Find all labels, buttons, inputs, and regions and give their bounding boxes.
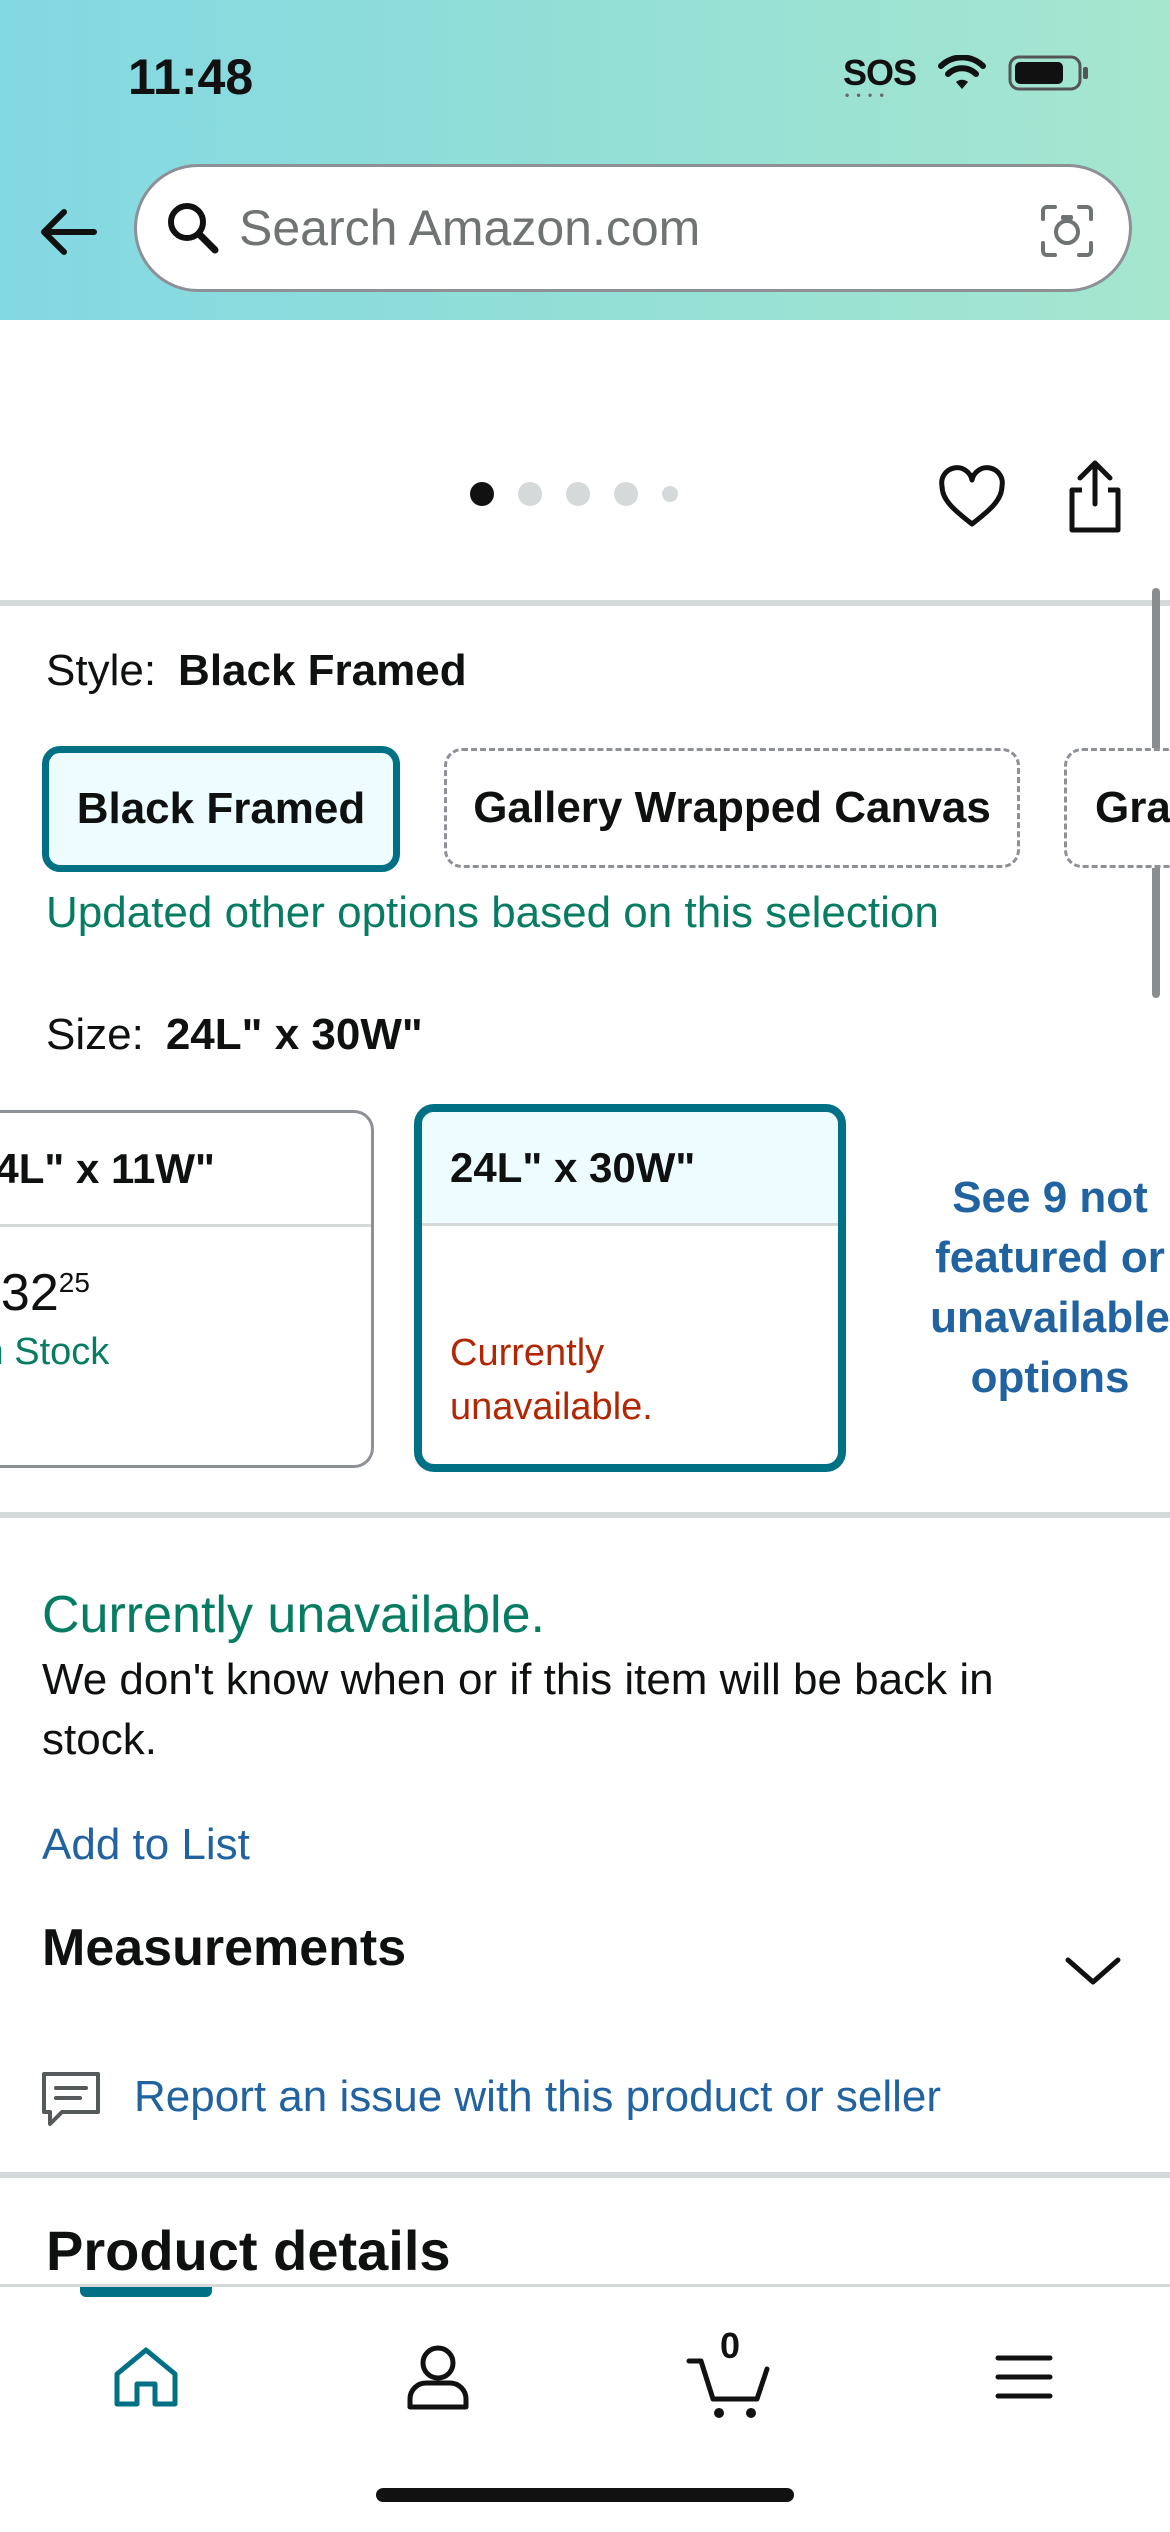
back-button[interactable]: [36, 200, 100, 264]
home-icon: [114, 2347, 178, 2407]
stock-status: In Stock: [0, 1331, 110, 1373]
size-option-14x11[interactable]: 14L" x 11W" $3225 In Stock: [0, 1110, 374, 1468]
wifi-icon: [938, 55, 986, 89]
status-icons: SOS: [843, 52, 1090, 102]
style-option-label: Gallery Wrapped Canvas: [473, 783, 991, 832]
cart-count-badge: 0: [719, 2325, 741, 2366]
section-divider: [0, 600, 1170, 606]
product-details-title[interactable]: Product details: [46, 2218, 451, 2283]
style-option-label: Black Framed: [76, 784, 366, 833]
style-selected-value: Black Framed: [178, 646, 467, 695]
status-time: 11:48: [128, 49, 254, 105]
size-option-24x30[interactable]: 24L" x 30W" Currently unavailable.: [414, 1104, 846, 1472]
pagination-dot[interactable]: [614, 482, 638, 506]
heart-icon[interactable]: [936, 462, 1008, 534]
pagination-dot[interactable]: [662, 486, 678, 502]
battery-icon: [1008, 55, 1088, 91]
update-note: Updated other options based on this sele…: [46, 888, 939, 937]
home-indicator[interactable]: [376, 2488, 794, 2502]
size-option-name: 14L" x 11W": [0, 1144, 215, 1192]
nav-menu[interactable]: [974, 2327, 1074, 2427]
size-option-price: $3225: [0, 1263, 371, 1323]
report-issue-link[interactable]: Report an issue with this product or sel…: [134, 2072, 941, 2122]
style-option-label: Gray: [1095, 783, 1170, 832]
style-option-gray[interactable]: Gray: [1064, 748, 1170, 868]
price-whole: $32: [0, 1264, 59, 1322]
search-icon: [161, 196, 225, 260]
sos-indicator: SOS: [843, 52, 917, 102]
pagination-dot[interactable]: [470, 482, 494, 506]
style-option-gallery-wrapped-canvas[interactable]: Gallery Wrapped Canvas: [444, 748, 1020, 868]
search-bar[interactable]: [134, 164, 1132, 292]
size-selected-value: 24L" x 30W": [165, 1010, 423, 1059]
size-option-unavailable-line1: Currently: [450, 1332, 605, 1374]
section-divider: [0, 1512, 1170, 1518]
chevron-down-icon[interactable]: [1062, 1950, 1124, 1990]
search-input[interactable]: [239, 199, 999, 257]
size-option-header: 14L" x 11W": [0, 1113, 371, 1227]
image-pagination-dots[interactable]: [470, 482, 678, 506]
style-label-row: Style: Black Framed: [46, 646, 467, 696]
report-issue-icon: [42, 2072, 100, 2126]
share-icon[interactable]: [1060, 458, 1130, 536]
see-more-line: featured or: [935, 1233, 1165, 1282]
active-tab-indicator: [80, 2287, 212, 2297]
top-header: 11:48 SOS: [0, 0, 1170, 320]
nav-account[interactable]: [388, 2327, 488, 2427]
measurements-title[interactable]: Measurements: [42, 1918, 406, 1978]
menu-icon: [995, 2355, 1053, 2399]
nav-home[interactable]: [96, 2327, 196, 2427]
nav-cart[interactable]: 0: [680, 2325, 780, 2427]
size-label-row: Size: 24L" x 30W": [46, 1010, 423, 1060]
back-arrow-icon: [41, 209, 97, 255]
see-more-options-link[interactable]: See 9 not featured or unavailable option…: [900, 1168, 1170, 1408]
see-more-line: options: [970, 1353, 1130, 1402]
camera-search-icon[interactable]: [1035, 199, 1099, 263]
style-label: Style:: [46, 646, 157, 695]
size-option-name: 24L" x 30W": [450, 1143, 696, 1191]
section-divider: [0, 2172, 1170, 2178]
price-fraction: 25: [58, 1267, 90, 1298]
availability-title: Currently unavailable.: [42, 1586, 545, 1644]
size-label: Size:: [46, 1010, 144, 1059]
see-more-line: See 9 not: [952, 1173, 1148, 1222]
pagination-dot[interactable]: [566, 482, 590, 506]
add-to-list-link[interactable]: Add to List: [42, 1820, 250, 1870]
size-option-header: 24L" x 30W": [422, 1112, 838, 1226]
size-option-unavailable-line2: unavailable.: [450, 1386, 653, 1428]
pagination-dot[interactable]: [518, 482, 542, 506]
account-icon: [407, 2345, 469, 2410]
style-option-black-framed[interactable]: Black Framed: [42, 746, 400, 872]
availability-description: We don't know when or if this item will …: [42, 1655, 994, 1764]
see-more-line: unavailable: [930, 1293, 1170, 1342]
